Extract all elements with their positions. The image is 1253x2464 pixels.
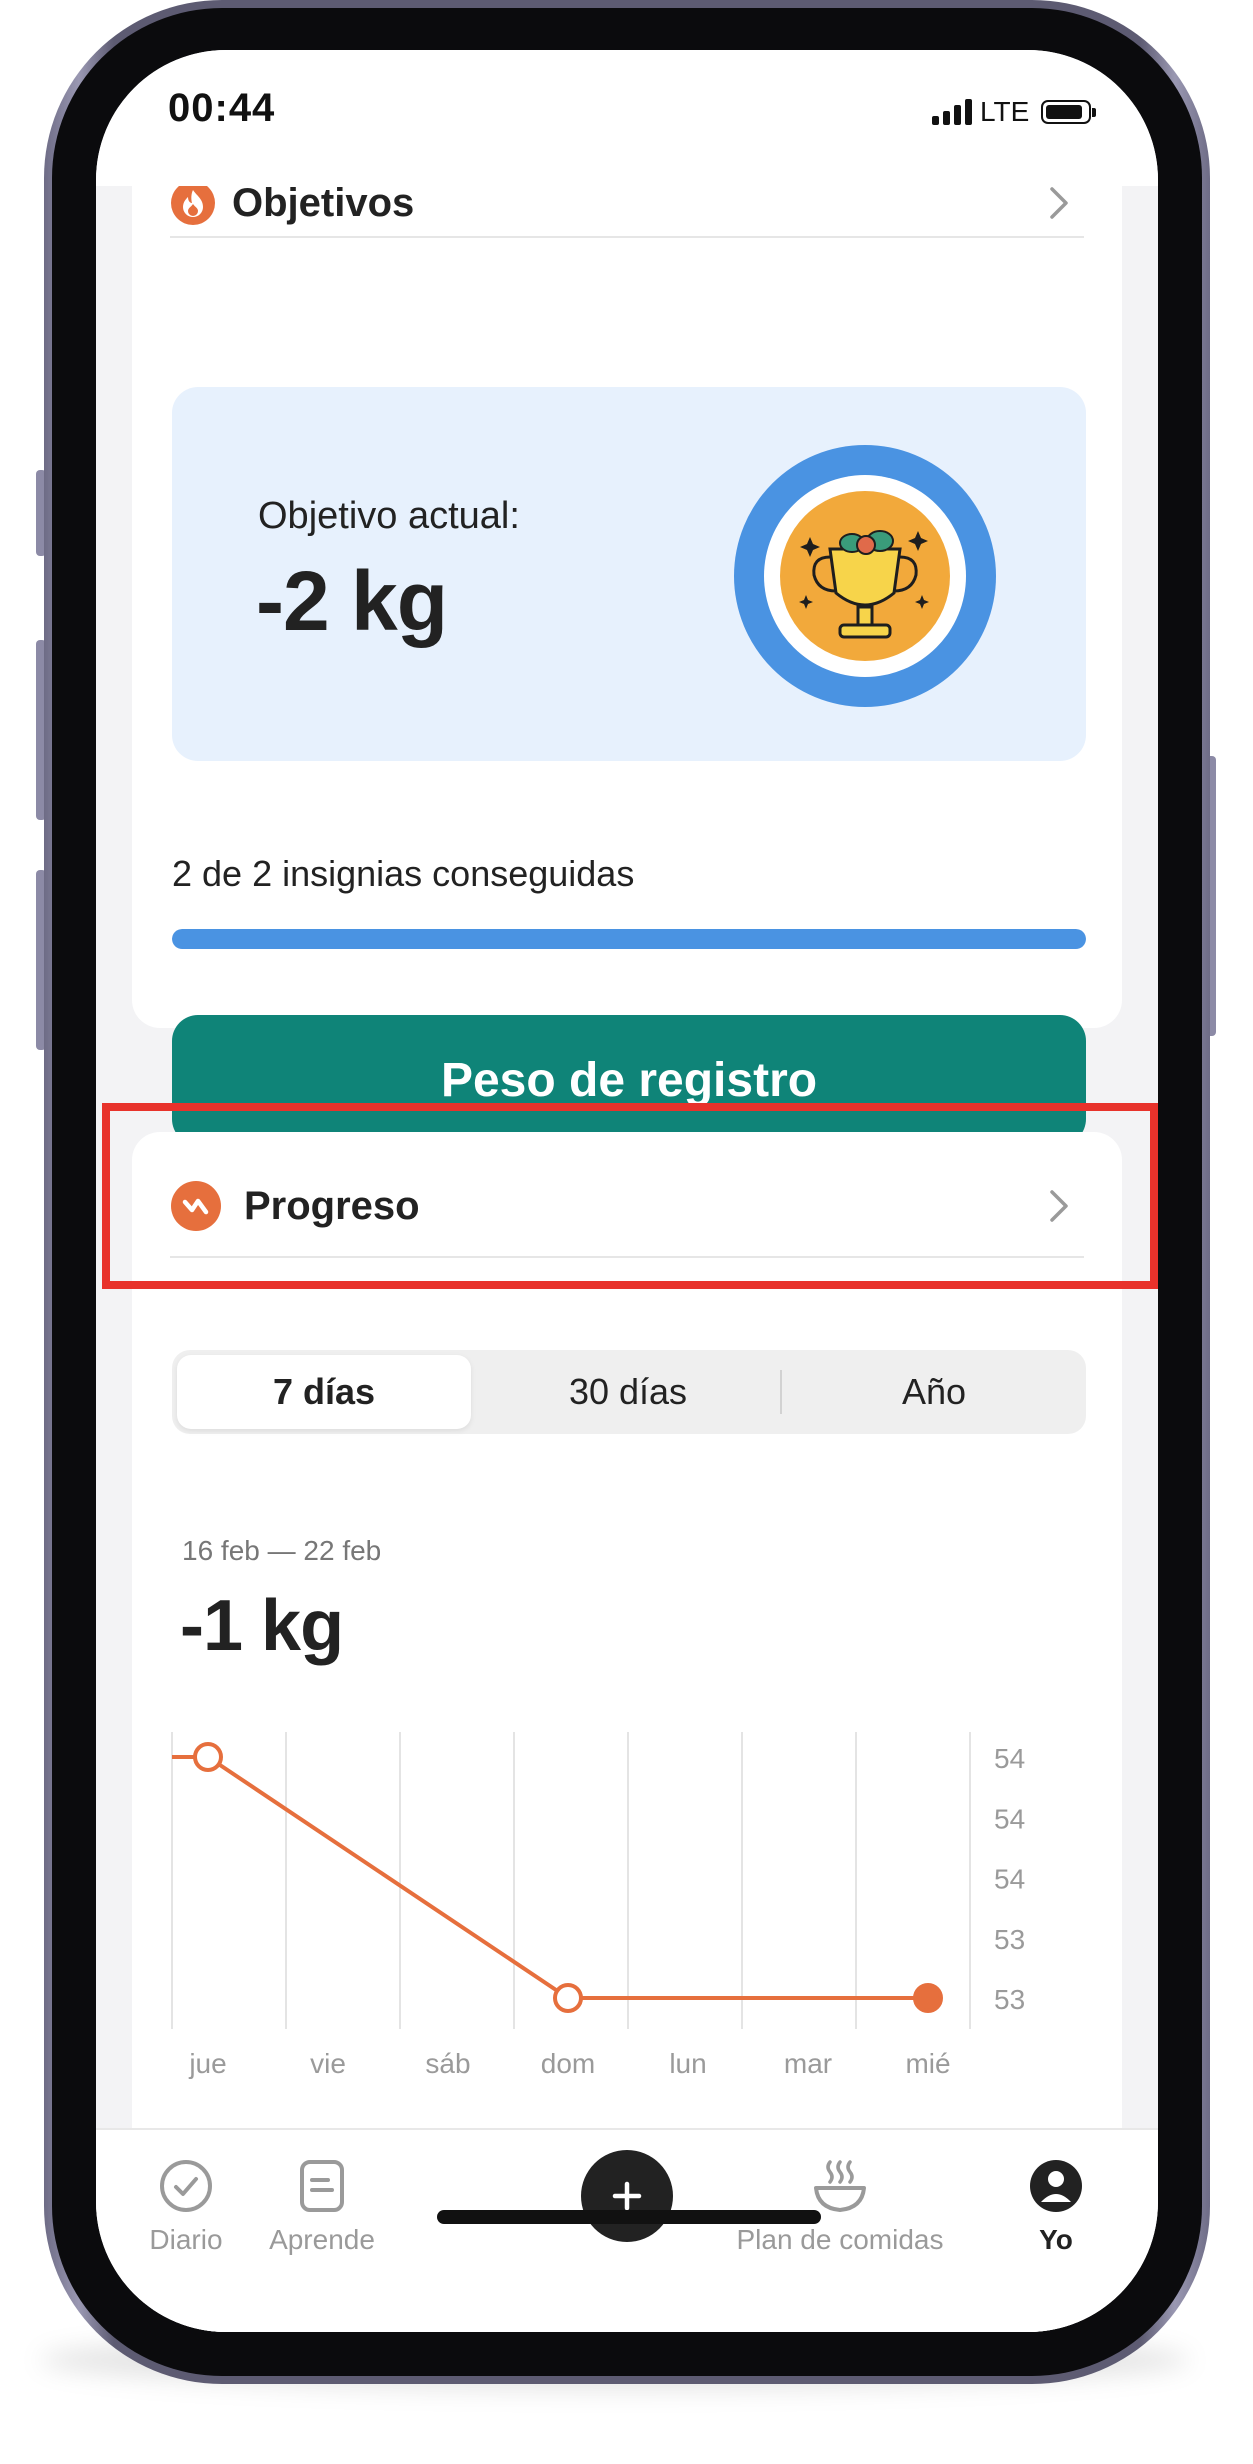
x-tick-label: mié [905, 2048, 950, 2079]
tab-diario[interactable]: Diario [116, 2158, 256, 2256]
battery-icon [1041, 100, 1097, 124]
tab-diario-label: Diario [149, 2224, 223, 2255]
y-tick-label: 54 [994, 1743, 1025, 1774]
check-circle-icon [160, 2160, 212, 2212]
badges-progress-bar [172, 929, 1086, 949]
current-goal-label: Objetivo actual: [258, 495, 520, 537]
add-button[interactable] [581, 2150, 673, 2242]
badges-count-text: 2 de 2 insignias conseguidas [172, 853, 635, 894]
weight-data-point [553, 1983, 583, 2013]
tab-yo-label: Yo [1039, 2224, 1073, 2255]
app-screen: 00:44 LTE Objetivos Objetivo actual: -2 … [96, 50, 1158, 2332]
current-goal-panel: Objetivo actual: -2 kg [172, 387, 1086, 761]
x-tick-label: dom [541, 2048, 595, 2079]
tab-yo[interactable]: Yo [996, 2158, 1116, 2256]
weight-data-point [913, 1983, 943, 2013]
y-tick-label: 54 [994, 1864, 1025, 1895]
document-icon [300, 2160, 344, 2212]
bottom-tab-bar: Diario Aprende Plan de comidas Yo [96, 2128, 1158, 2332]
chevron-right-icon[interactable] [1048, 185, 1070, 221]
tab-plan-de-comidas[interactable]: Plan de comidas [730, 2158, 950, 2256]
home-indicator [437, 2210, 821, 2224]
x-tick-label: jue [188, 2048, 226, 2079]
x-tick-label: mar [784, 2048, 832, 2079]
weight-data-point [193, 1742, 223, 1772]
y-tick-label: 53 [994, 1984, 1025, 2015]
tab-aprende[interactable]: Aprende [242, 2158, 402, 2256]
profile-icon [1030, 2160, 1082, 2212]
bowl-icon [814, 2160, 866, 2212]
signal-icon [932, 99, 972, 125]
x-tick-label: lun [669, 2048, 706, 2079]
badges-progress-fill [172, 929, 1086, 949]
fire-icon [171, 181, 215, 225]
tab-aprende-label: Aprende [269, 2224, 375, 2255]
status-indicators: LTE [932, 96, 1097, 128]
y-tick-label: 54 [994, 1803, 1025, 1834]
current-goal-value: -2 kg [256, 554, 448, 648]
plus-icon [612, 2181, 642, 2211]
goals-title: Objetivos [232, 180, 415, 225]
network-type: LTE [980, 96, 1030, 127]
x-tick-label: sáb [425, 2048, 470, 2079]
progress-highlight-box [102, 1103, 1158, 1289]
y-tick-label: 53 [994, 1924, 1025, 1955]
status-bar: 00:44 LTE [96, 50, 1158, 186]
trophy-badge-icon [734, 445, 996, 707]
goals-card: Objetivos Objetivo actual: -2 kg 2 de 2 … [132, 140, 1122, 1145]
x-tick-label: vie [310, 2048, 346, 2079]
status-time: 00:44 [168, 86, 276, 130]
tab-plan-de-comidas-label: Plan de comidas [736, 2224, 944, 2255]
